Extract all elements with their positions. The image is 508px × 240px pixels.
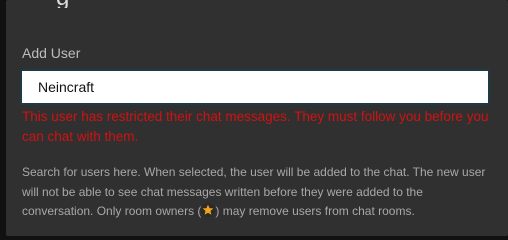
star-icon (201, 203, 216, 217)
add-user-input[interactable] (22, 71, 488, 103)
help-text: Search for users here. When selected, th… (22, 163, 496, 222)
add-user-label: Add User (22, 45, 81, 61)
add-user-input-frame (20, 69, 490, 105)
add-user-dialog: g Add User This user has restricted thei… (6, 0, 508, 236)
dialog-title-clip: g (6, 0, 508, 8)
error-message: This user has restricted their chat mess… (22, 109, 489, 144)
help-text-part2: ) may remove users from chat rooms. (215, 204, 415, 218)
dialog-title: g (56, 0, 69, 8)
